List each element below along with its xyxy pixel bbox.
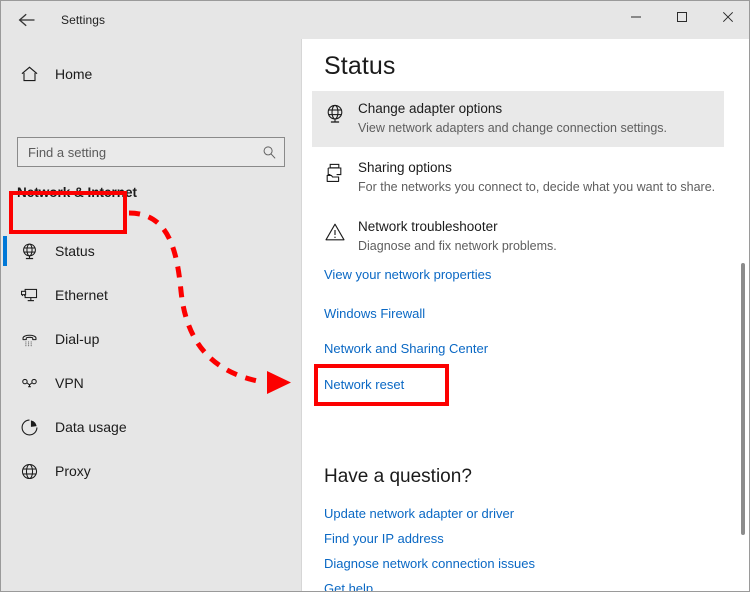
page-title: Status xyxy=(324,52,395,81)
search-input[interactable]: Find a setting xyxy=(17,137,285,167)
setting-description: Diagnose and fix network problems. xyxy=(358,237,557,255)
setting-network-troubleshooter[interactable]: Network troubleshooter Diagnose and fix … xyxy=(312,209,724,265)
help-heading: Have a question? xyxy=(324,466,472,488)
home-icon xyxy=(7,65,51,83)
globe-icon xyxy=(7,462,51,481)
sidebar-item-vpn[interactable]: VPN xyxy=(1,361,301,405)
sidebar-item-dialup[interactable]: Dial-up xyxy=(1,317,301,361)
help-link-update-network-adapter[interactable]: Update network adapter or driver xyxy=(324,506,514,521)
maximize-button[interactable] xyxy=(659,1,705,33)
monitor-ethernet-icon xyxy=(7,286,51,305)
back-button[interactable] xyxy=(7,3,49,37)
help-link-get-help[interactable]: Get help xyxy=(324,581,373,592)
search-icon[interactable] xyxy=(254,145,284,160)
sidebar-item-status-label: Status xyxy=(55,243,95,259)
sidebar-item-status[interactable]: Status xyxy=(1,229,301,273)
link-network-sharing-center[interactable]: Network and Sharing Center xyxy=(324,341,488,356)
setting-description: View network adapters and change connect… xyxy=(358,119,667,137)
app-title: Settings xyxy=(61,1,105,39)
setting-description: For the networks you connect to, decide … xyxy=(358,178,715,196)
setting-change-adapter-options[interactable]: Change adapter options View network adap… xyxy=(312,91,724,147)
link-network-reset[interactable]: Network reset xyxy=(324,377,404,392)
setting-text: Network troubleshooter Diagnose and fix … xyxy=(358,209,557,265)
globe-network-icon xyxy=(7,242,51,261)
sidebar-item-dialup-label: Dial-up xyxy=(55,331,99,347)
telephone-icon xyxy=(7,330,51,349)
sidebar-item-ethernet[interactable]: Ethernet xyxy=(1,273,301,317)
main-content: Status Change adapter options View netwo… xyxy=(301,39,750,592)
help-link-find-ip-address[interactable]: Find your IP address xyxy=(324,531,444,546)
search-input-text: Find a setting xyxy=(18,145,254,160)
warning-triangle-icon xyxy=(312,209,358,265)
globe-network-icon xyxy=(312,91,358,147)
setting-text: Change adapter options View network adap… xyxy=(358,91,667,147)
setting-heading: Sharing options xyxy=(358,159,715,177)
close-button[interactable] xyxy=(705,1,750,33)
setting-sharing-options[interactable]: Sharing options For the networks you con… xyxy=(312,150,724,206)
sidebar-item-home-label: Home xyxy=(55,66,92,82)
sidebar-item-proxy[interactable]: Proxy xyxy=(1,449,301,493)
sidebar: Home Find a setting Network & Internet xyxy=(1,39,301,592)
link-view-network-properties[interactable]: View your network properties xyxy=(324,267,491,282)
sidebar-item-data-usage-label: Data usage xyxy=(55,419,127,435)
scrollbar-thumb[interactable] xyxy=(741,263,745,535)
sidebar-item-ethernet-label: Ethernet xyxy=(55,287,108,303)
vpn-key-icon xyxy=(7,374,51,393)
pie-chart-icon xyxy=(7,418,51,437)
setting-text: Sharing options For the networks you con… xyxy=(358,150,715,206)
setting-heading: Network troubleshooter xyxy=(358,218,557,236)
minimize-button[interactable] xyxy=(613,1,659,33)
sidebar-item-home[interactable]: Home xyxy=(1,57,301,91)
settings-window: Settings Home xyxy=(0,0,750,592)
setting-heading: Change adapter options xyxy=(358,100,667,118)
sidebar-item-proxy-label: Proxy xyxy=(55,463,91,479)
sidebar-category-title: Network & Internet xyxy=(17,185,137,200)
sidebar-item-data-usage[interactable]: Data usage xyxy=(1,405,301,449)
sidebar-item-vpn-label: VPN xyxy=(55,375,84,391)
scrollbar[interactable] xyxy=(739,39,749,592)
link-windows-firewall[interactable]: Windows Firewall xyxy=(324,306,425,321)
printer-share-icon xyxy=(312,150,358,206)
help-link-diagnose-network-issues[interactable]: Diagnose network connection issues xyxy=(324,556,535,571)
title-bar: Settings xyxy=(1,1,750,39)
sidebar-nav-list: Status Ethernet xyxy=(1,229,301,493)
